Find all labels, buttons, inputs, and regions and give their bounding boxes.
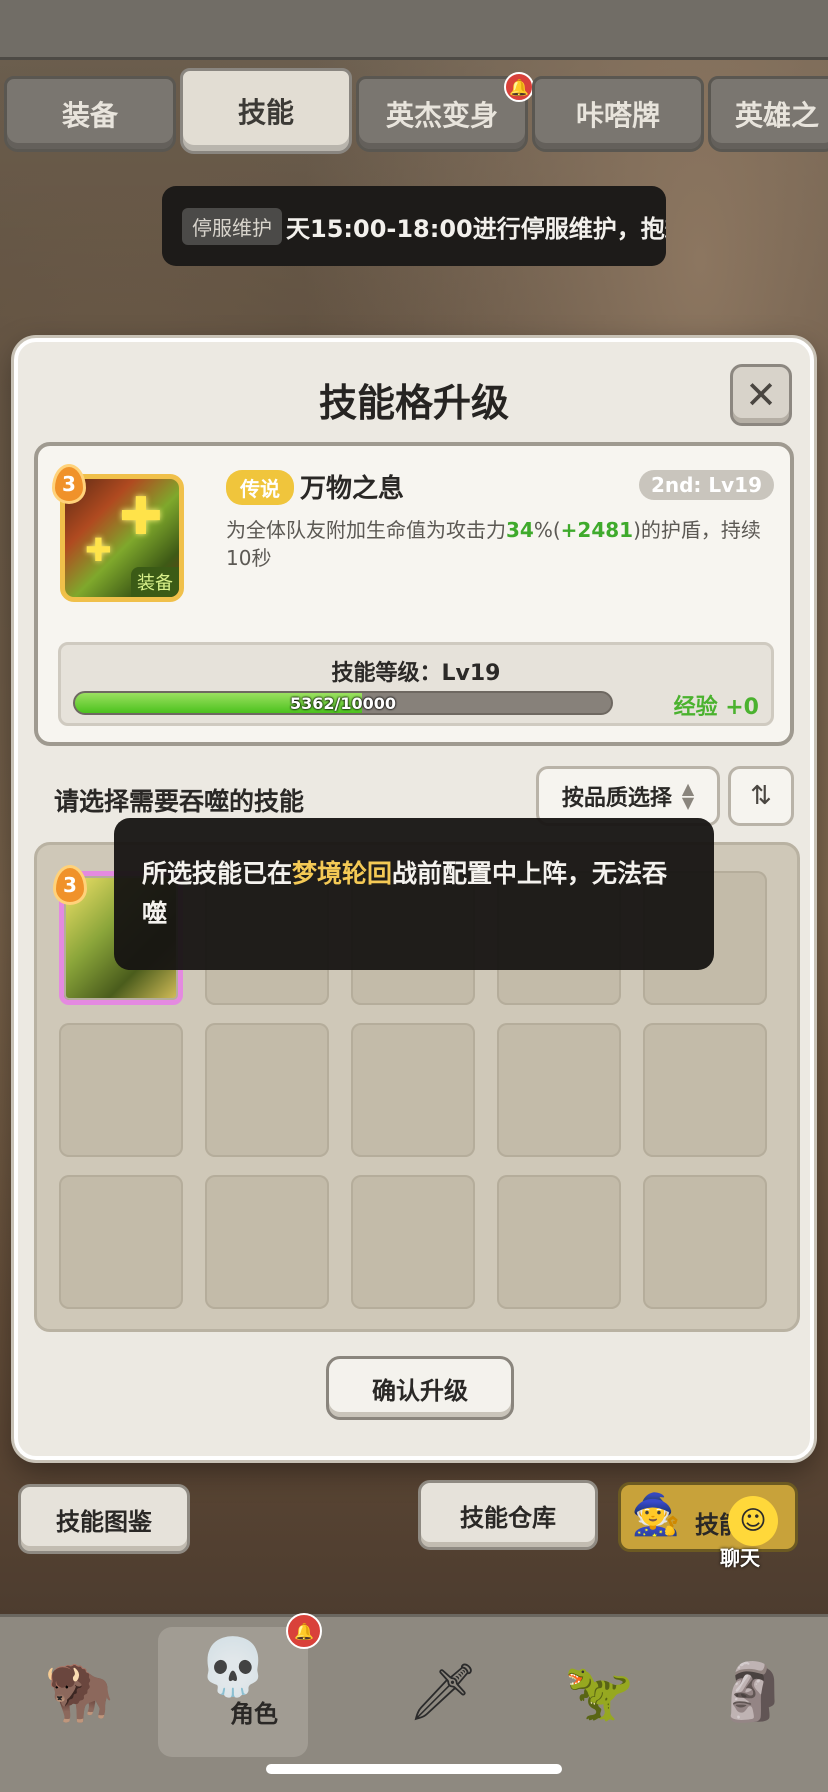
tribe-icon: 🦬: [44, 1660, 114, 1725]
desc-percent: 34: [506, 518, 534, 542]
slot-level-drop: 3: [53, 865, 87, 905]
skill-level-title: 技能等级：Lv19: [331, 661, 501, 686]
top-tabs: 装备 技能 英杰变身 🔔 咔嗒牌 英雄之: [0, 68, 828, 158]
notice-text: 天15:00-18:00进行停服维护，抱歉: [286, 214, 666, 243]
exp-panel: 技能等级：Lv19 5362/10000 经验 +0: [58, 642, 774, 726]
chat-label: 聊天: [720, 1546, 760, 1570]
skill-warehouse-button[interactable]: 技能仓库: [418, 1480, 598, 1550]
skill-description: 为全体队友附加生命值为攻击力34%(+2481)的护盾，持续10秒: [226, 516, 782, 572]
skill-slot[interactable]: [643, 1023, 767, 1157]
chat-bubble-icon: ☺: [728, 1496, 778, 1546]
skill-slot[interactable]: [351, 1175, 475, 1309]
order-toggle-button[interactable]: ⇅: [728, 766, 794, 826]
notice-badge: 停服维护: [182, 207, 282, 245]
nav-pet[interactable]: 🦖: [524, 1627, 674, 1757]
nav-alert-bell-icon: 🔔: [286, 1613, 322, 1649]
toast-prefix: 所选技能已在: [142, 859, 293, 888]
close-button[interactable]: ✕: [730, 364, 792, 426]
nav-tribe[interactable]: 🦬: [4, 1627, 154, 1757]
nav-totem[interactable]: 🗿: [678, 1627, 828, 1757]
maintenance-notice: 停服维护 天15:00-18:00进行停服维护，抱歉: [162, 186, 666, 266]
weapon-icon: 🗡: [407, 1660, 479, 1725]
desc-bonus: +2481: [560, 518, 634, 542]
skill-slot[interactable]: [497, 1023, 621, 1157]
order-toggle-icon: ⇅: [750, 781, 772, 811]
toast-message: 所选技能已在梦境轮回战前配置中上阵，无法吞噬: [114, 818, 714, 970]
swap-character-icon: 🧙: [631, 1492, 681, 1538]
desc-prefix: 为全体队友附加生命值为攻击力: [226, 518, 506, 542]
skill-slot[interactable]: [59, 1023, 183, 1157]
tab-card[interactable]: 咔嗒牌: [532, 76, 704, 152]
exp-progress-bar: 5362/10000: [73, 691, 613, 715]
exp-gain: 经验 +0: [673, 695, 759, 720]
nav-weapon[interactable]: 🗡: [368, 1627, 518, 1757]
skill-slot[interactable]: [205, 1023, 329, 1157]
select-skill-label: 请选择需要吞噬的技能: [54, 787, 305, 816]
character-icon: 💀: [198, 1635, 268, 1700]
heal-cross-icon: ✚: [119, 487, 163, 547]
sort-button-label: 按品质选择: [561, 786, 672, 811]
totem-icon: 🗿: [718, 1660, 788, 1725]
skill-slot[interactable]: [351, 1023, 475, 1157]
skill-codex-button[interactable]: 技能图鉴: [18, 1484, 190, 1554]
skill-slot[interactable]: [59, 1175, 183, 1309]
nav-active-label: 角色: [230, 1700, 278, 1728]
tab-hero[interactable]: 英雄之: [708, 76, 828, 152]
skill-level-drop: 3: [52, 464, 86, 504]
close-icon: ✕: [745, 373, 777, 417]
tab-skills[interactable]: 技能: [180, 68, 352, 154]
sort-by-quality-button[interactable]: 按品质选择 ▲ ▼: [536, 766, 720, 826]
toast-highlight: 梦境轮回: [292, 859, 393, 888]
exp-progress-text: 5362/10000: [289, 693, 397, 713]
skill-slot[interactable]: [497, 1175, 621, 1309]
top-banner: [0, 0, 828, 60]
alert-bell-icon: 🔔: [504, 72, 534, 102]
dialog-title: 技能格升级: [318, 381, 509, 425]
home-indicator[interactable]: [266, 1764, 562, 1774]
pet-icon: 🦖: [564, 1660, 634, 1725]
skill-slot[interactable]: [643, 1175, 767, 1309]
sort-updown-icon: ▲ ▼: [681, 779, 695, 812]
chat-button[interactable]: ☺ 聊天: [706, 1496, 778, 1570]
skill-slot[interactable]: [205, 1175, 329, 1309]
tab-hero-transform[interactable]: 英杰变身: [356, 76, 528, 152]
skill-level-badge: 2nd: Lv19: [638, 470, 774, 500]
heal-cross-small-icon: ✚: [85, 531, 112, 569]
nav-character[interactable]: 💀: [158, 1627, 308, 1757]
confirm-upgrade-button[interactable]: 确认升级: [326, 1356, 514, 1420]
desc-percent-unit: %(: [533, 518, 561, 542]
tab-equipment[interactable]: 装备: [4, 76, 176, 152]
equip-tag: 装备: [131, 567, 179, 597]
skill-name: 万物之息: [300, 474, 405, 504]
rarity-badge: 传说: [226, 470, 294, 505]
skill-card: ✚ ✚ 装备 3 传说 万物之息 2nd: Lv19 为全体队友附加生命值为攻击…: [34, 442, 794, 746]
